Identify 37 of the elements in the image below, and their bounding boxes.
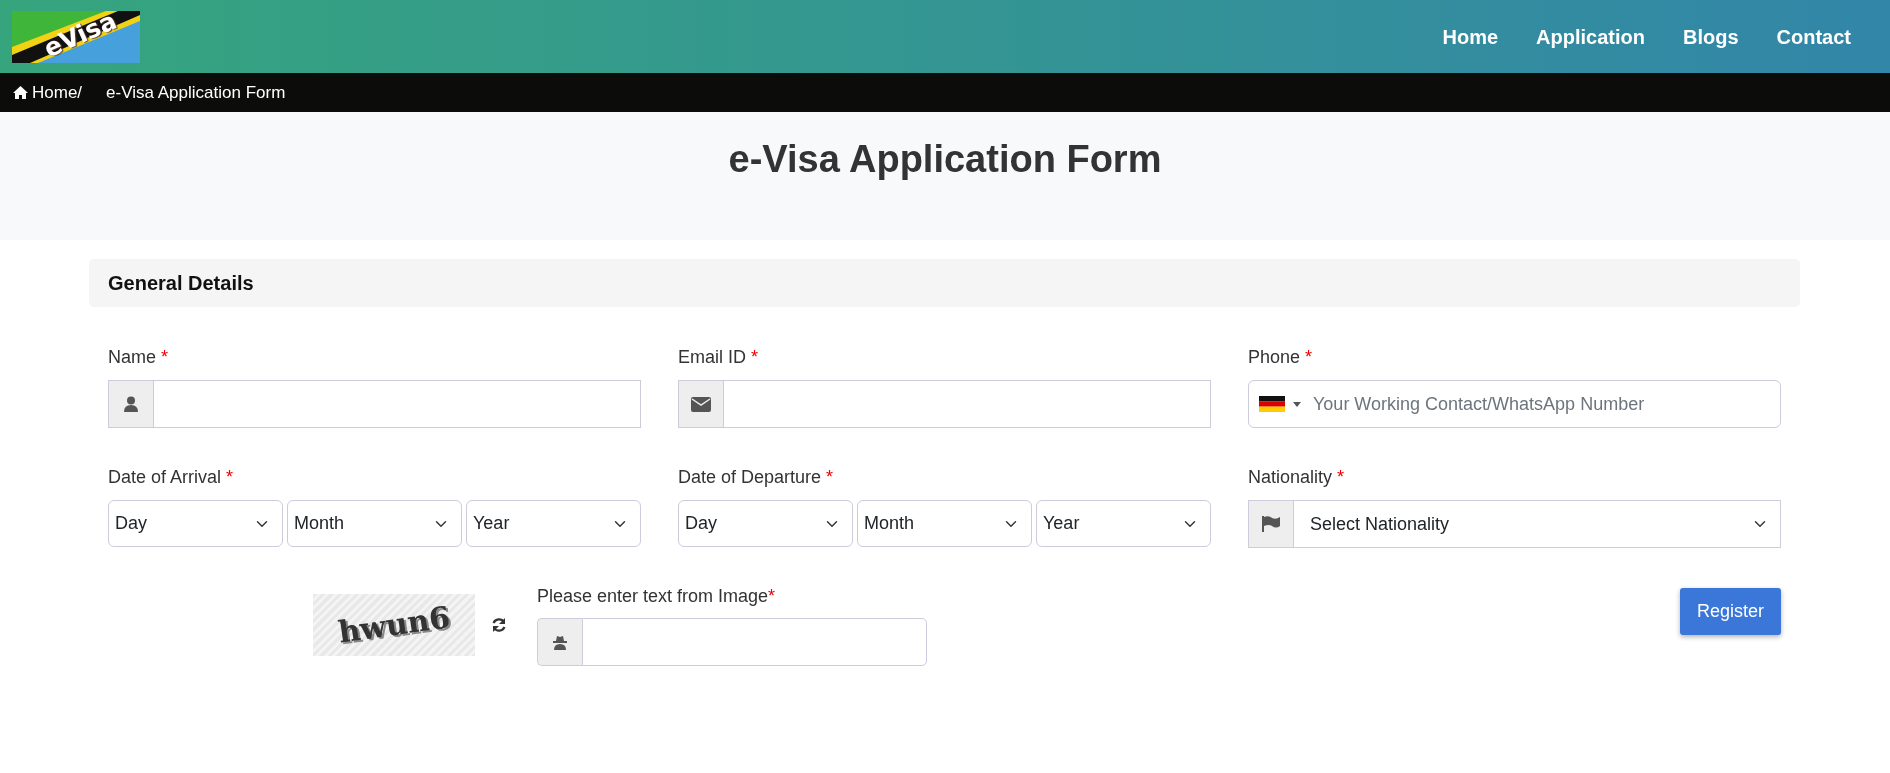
nav-link[interactable]: Blogs xyxy=(1664,21,1758,52)
captcha-image: hwun6 xyxy=(313,593,475,656)
date-select[interactable]: Year xyxy=(1036,500,1211,547)
germany-flag-icon xyxy=(1259,396,1285,412)
input-field[interactable] xyxy=(723,380,1211,428)
logo[interactable]: eVisa xyxy=(12,10,140,63)
phone-field[interactable]: Your Working Contact/WhatsApp Number xyxy=(1248,380,1781,428)
envelope-icon xyxy=(691,396,711,412)
home-icon xyxy=(13,86,28,99)
section-title: General Details xyxy=(108,271,254,296)
flag-icon xyxy=(1261,516,1281,532)
breadcrumb-link[interactable]: Home/ xyxy=(32,79,83,106)
date-select[interactable]: Month xyxy=(857,500,1032,547)
field-label: Nationality * xyxy=(1248,466,1346,489)
nav-link[interactable]: Application xyxy=(1517,21,1664,52)
field-label: Name * xyxy=(108,346,170,369)
breadcrumb-current: e-Visa Application Form xyxy=(106,81,286,104)
captcha-label: Please enter text from Image* xyxy=(537,585,777,608)
field-label: Date of Arrival * xyxy=(108,466,235,489)
date-select[interactable]: Year xyxy=(466,500,641,547)
date-select[interactable]: Month xyxy=(287,500,462,547)
date-select[interactable]: Day xyxy=(678,500,853,547)
input-field[interactable] xyxy=(153,380,641,428)
nav-link[interactable]: Contact xyxy=(1757,21,1870,52)
page-title: e-Visa Application Form xyxy=(727,137,1163,182)
nationality-select[interactable]: Select Nationality xyxy=(1293,500,1781,548)
field-label: Phone * xyxy=(1248,346,1314,369)
refresh-icon[interactable] xyxy=(491,616,507,633)
captcha-input[interactable] xyxy=(582,618,927,666)
nav-link[interactable]: Home xyxy=(1423,21,1518,52)
incognito-icon xyxy=(553,634,567,650)
date-select[interactable]: Day xyxy=(108,500,283,547)
field-label: Date of Departure * xyxy=(678,466,835,489)
caret-icon xyxy=(1293,401,1301,407)
register-button[interactable]: Register xyxy=(1679,588,1781,635)
user-icon xyxy=(124,396,138,412)
field-label: Email ID * xyxy=(678,346,760,369)
